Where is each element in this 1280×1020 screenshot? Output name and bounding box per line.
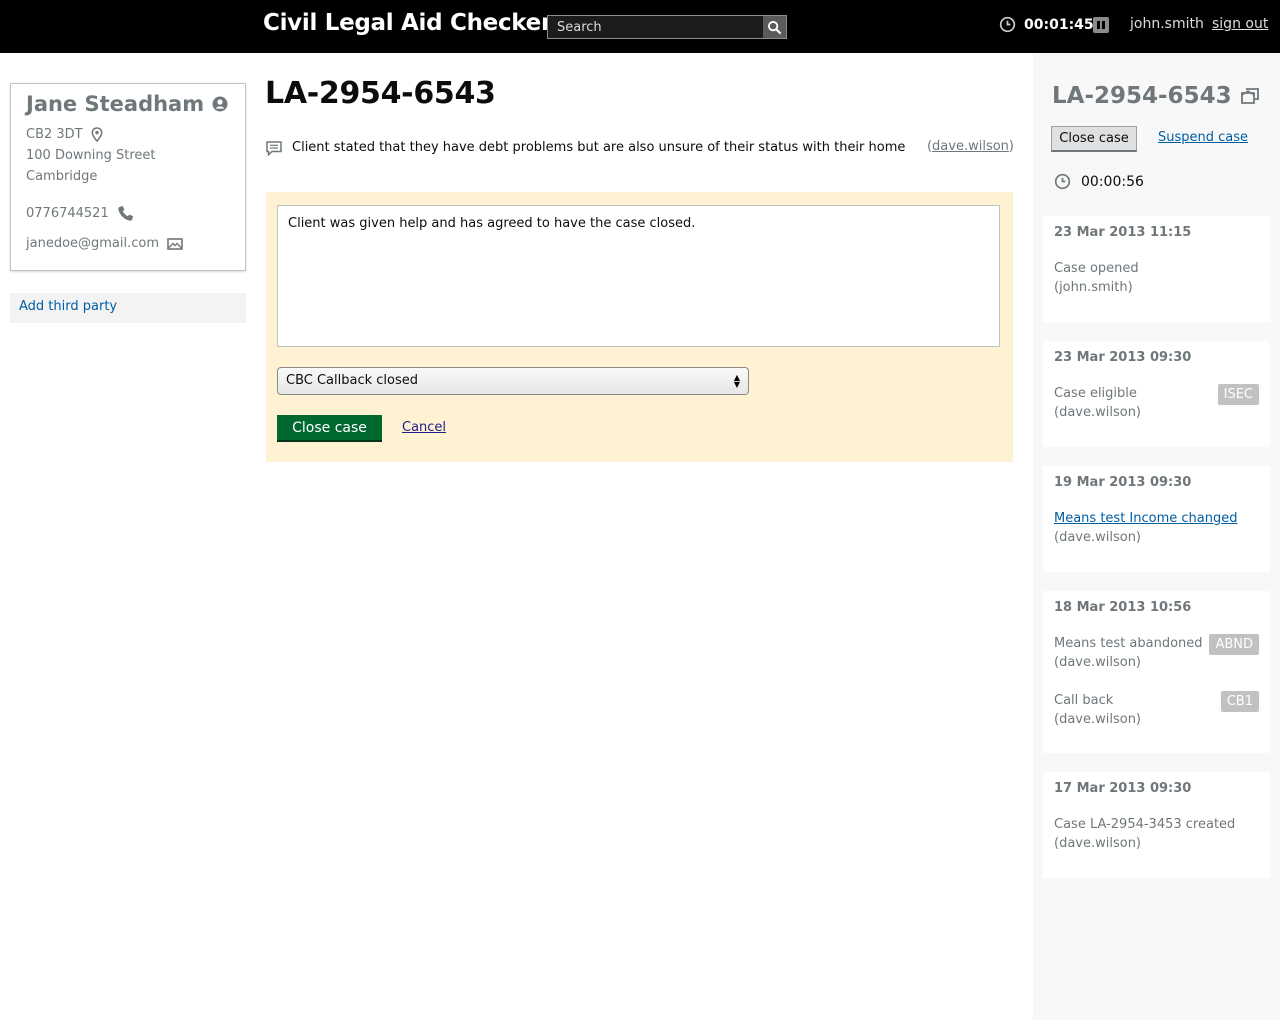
note-author-link[interactable]: dave.wilson xyxy=(932,139,1009,154)
event-user: (dave.wilson) xyxy=(1054,712,1142,727)
user-icon xyxy=(212,96,228,112)
search-icon xyxy=(767,20,782,34)
call-timer: 00:01:45 xyxy=(999,16,1094,33)
event-item: Case eligible (dave.wilson) ISEC xyxy=(1054,384,1259,422)
event-date: 19 Mar 2013 09:30 xyxy=(1054,475,1192,490)
search-button[interactable] xyxy=(763,16,786,38)
client-phone: 0776744521 xyxy=(26,206,109,221)
close-notes-textarea[interactable]: Client was given help and has agreed to … xyxy=(277,205,1000,347)
event-item: Means test abandoned (dave.wilson) ABND xyxy=(1054,634,1259,672)
event-date: 18 Mar 2013 10:56 xyxy=(1054,600,1192,615)
username: john.smith xyxy=(1130,16,1204,32)
client-address-line2: Cambridge xyxy=(26,169,98,184)
event-text: Case LA-2954-3453 created xyxy=(1054,817,1236,832)
event-group: 19 Mar 2013 09:30 Means test Income chan… xyxy=(1043,466,1270,572)
phone-icon[interactable] xyxy=(117,205,134,222)
select-arrows-icon: ▲ ▼ xyxy=(733,373,740,389)
envelope-icon[interactable] xyxy=(167,237,183,250)
clock-icon xyxy=(1054,173,1071,190)
call-timer-value: 00:01:45 xyxy=(1024,16,1094,33)
event-item: Case opened (john.smith) xyxy=(1054,259,1259,297)
sidebar-close-case-button[interactable]: Close case xyxy=(1051,126,1137,152)
case-sidebar: LA-2954-6543 Close case Suspend case 00:… xyxy=(1033,53,1280,1020)
event-item: Case LA-2954-3453 created (dave.wilson) xyxy=(1054,815,1259,853)
event-user: (dave.wilson) xyxy=(1054,655,1142,670)
email-row: janedoe@gmail.com xyxy=(26,233,230,254)
sidebar-title: LA-2954-6543 xyxy=(1052,83,1260,109)
case-timer-value: 00:00:56 xyxy=(1081,173,1144,190)
location-pin-icon[interactable] xyxy=(91,127,103,142)
close-case-panel: Client was given help and has agreed to … xyxy=(266,192,1013,462)
phone-row: 0776744521 xyxy=(26,203,230,224)
event-item: Means test Income changed (dave.wilson) xyxy=(1054,509,1259,547)
case-note: Client stated that they have debt proble… xyxy=(266,139,1014,159)
sign-out-link[interactable]: sign out xyxy=(1212,16,1268,32)
event-badge: ISEC xyxy=(1217,384,1259,405)
copy-icon[interactable] xyxy=(1240,87,1260,105)
postcode-row: CB2 3DT xyxy=(26,124,230,145)
means-test-changed-link[interactable]: Means test Income changed xyxy=(1054,511,1238,526)
search-box xyxy=(547,15,787,39)
event-user: (dave.wilson) xyxy=(1054,836,1142,851)
event-user: (dave.wilson) xyxy=(1054,530,1142,545)
close-case-button[interactable]: Close case xyxy=(277,415,382,442)
client-name-row: Jane Steadham xyxy=(26,92,230,116)
client-address-line1: 100 Downing Street xyxy=(26,148,156,163)
event-badge: CB1 xyxy=(1220,691,1259,712)
outcome-select-value: CBC Callback closed xyxy=(286,373,419,388)
clock-icon xyxy=(999,16,1016,33)
event-date: 23 Mar 2013 11:15 xyxy=(1054,225,1192,240)
add-third-party-link[interactable]: Add third party xyxy=(10,293,246,323)
event-group: 23 Mar 2013 09:30 Case eligible (dave.wi… xyxy=(1043,341,1270,447)
event-group: 23 Mar 2013 11:15 Case opened (john.smit… xyxy=(1043,216,1270,322)
event-group: 18 Mar 2013 10:56 Means test abandoned (… xyxy=(1043,591,1270,753)
case-timer: 00:00:56 xyxy=(1054,173,1144,190)
event-item: Call back (dave.wilson) CB1 xyxy=(1054,691,1259,729)
event-text: Case opened xyxy=(1054,261,1139,276)
cancel-link[interactable]: Cancel xyxy=(402,420,446,435)
speech-bubble-icon xyxy=(266,141,282,156)
case-note-text: Client stated that they have debt proble… xyxy=(292,140,906,155)
suspend-case-link[interactable]: Suspend case xyxy=(1158,130,1248,145)
event-group: 17 Mar 2013 09:30 Case LA-2954-3453 crea… xyxy=(1043,772,1270,878)
event-badge: ABND xyxy=(1209,634,1259,655)
pause-button[interactable] xyxy=(1093,17,1109,33)
client-postcode: CB2 3DT xyxy=(26,127,83,142)
event-user: (dave.wilson) xyxy=(1054,405,1142,420)
sidebar-case-reference: LA-2954-6543 xyxy=(1052,83,1232,109)
outcome-select[interactable]: CBC Callback closed ▲ ▼ xyxy=(277,367,749,395)
case-note-author: (dave.wilson) xyxy=(926,139,1014,154)
event-date: 23 Mar 2013 09:30 xyxy=(1054,350,1192,365)
top-header: Civil Legal Aid Checker 00:01:45 john.sm… xyxy=(0,0,1280,53)
pause-icon xyxy=(1097,21,1100,29)
case-reference-title: LA-2954-6543 xyxy=(265,76,496,111)
app-title[interactable]: Civil Legal Aid Checker xyxy=(263,10,552,36)
client-email: janedoe@gmail.com xyxy=(26,236,160,251)
client-name[interactable]: Jane Steadham xyxy=(26,92,204,116)
event-user: (john.smith) xyxy=(1054,280,1133,295)
client-card: Jane Steadham CB2 3DT 100 Downing Street… xyxy=(10,83,246,271)
event-date: 17 Mar 2013 09:30 xyxy=(1054,781,1192,796)
search-input[interactable] xyxy=(548,16,764,38)
